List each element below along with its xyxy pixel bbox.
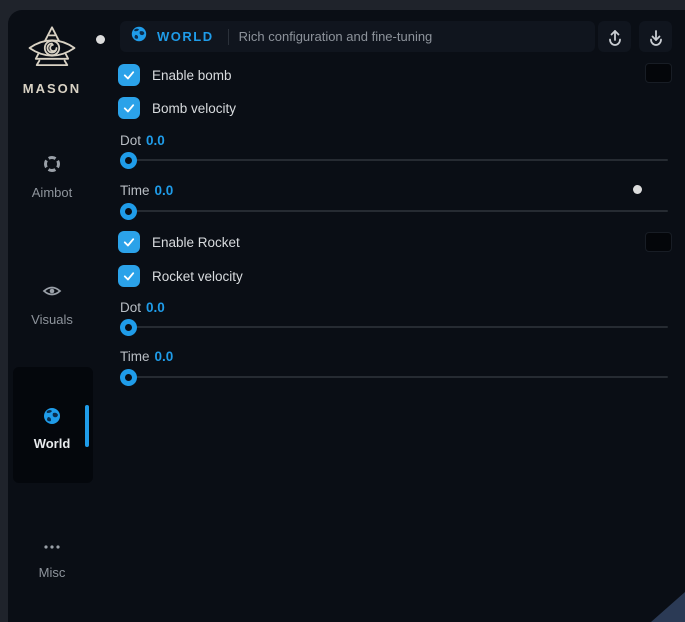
slider-rocket-dot[interactable] [120, 319, 668, 336]
toggle-row-enable-rocket: Enable Rocket [118, 231, 240, 253]
sidebar-item-misc[interactable]: Misc [8, 534, 96, 580]
sidebar: MASON Aimbot Visuals [8, 10, 112, 622]
checkbox-rocket-velocity[interactable] [118, 265, 140, 287]
page-subtitle: Rich configuration and fine-tuning [239, 29, 433, 44]
slider-thumb[interactable] [120, 319, 137, 336]
slider-track[interactable] [120, 159, 668, 161]
toggle-label: Rocket velocity [152, 269, 243, 284]
eye-icon [42, 281, 62, 301]
slider-name: Time [120, 349, 150, 364]
checkbox-enable-bomb[interactable] [118, 64, 140, 86]
sidebar-item-label: Misc [8, 565, 96, 580]
checkbox-enable-rocket[interactable] [118, 231, 140, 253]
slider-name: Time [120, 183, 150, 198]
ellipsis-icon [41, 534, 63, 554]
crosshair-icon [42, 154, 62, 174]
checkbox-bomb-velocity[interactable] [118, 97, 140, 119]
slider-label-rocket-dot: Dot 0.0 [120, 300, 165, 315]
check-icon [122, 235, 136, 249]
decoration-dot [96, 35, 105, 44]
slider-label-bomb-time: Time 0.0 [120, 183, 173, 198]
slider-label-rocket-time: Time 0.0 [120, 349, 173, 364]
upload-icon [606, 28, 624, 46]
toggle-row-bomb-velocity: Bomb velocity [118, 97, 236, 119]
page-header: WORLD Rich configuration and fine-tuning [120, 21, 595, 52]
page-title: WORLD [157, 29, 214, 44]
active-tab-indicator [85, 405, 89, 447]
sidebar-item-label: Aimbot [8, 185, 96, 200]
slider-value: 0.0 [155, 183, 174, 198]
slider-value: 0.0 [155, 349, 174, 364]
mason-menu-window: MASON Aimbot Visuals [8, 10, 685, 622]
app-logo-text: MASON [8, 81, 96, 96]
sidebar-item-label: World [8, 436, 96, 451]
check-icon [122, 101, 136, 115]
app-logo: MASON [8, 24, 96, 96]
slider-track[interactable] [120, 376, 668, 378]
slider-track[interactable] [120, 326, 668, 328]
slider-value: 0.0 [146, 133, 165, 148]
sidebar-item-world[interactable]: World [8, 406, 96, 451]
slider-name: Dot [120, 133, 141, 148]
slider-thumb[interactable] [120, 203, 137, 220]
toggle-row-rocket-velocity: Rocket velocity [118, 265, 243, 287]
sidebar-item-aimbot[interactable]: Aimbot [8, 154, 96, 200]
toggle-label: Bomb velocity [152, 101, 236, 116]
sidebar-item-visuals[interactable]: Visuals [8, 281, 96, 327]
check-icon [122, 68, 136, 82]
slider-thumb[interactable] [120, 152, 137, 169]
slider-name: Dot [120, 300, 141, 315]
background-corner [651, 592, 685, 622]
globe-icon [130, 25, 148, 48]
download-icon [647, 28, 665, 46]
slider-rocket-time[interactable] [120, 369, 668, 386]
slider-thumb[interactable] [120, 369, 137, 386]
toggle-label: Enable bomb [152, 68, 232, 83]
slider-label-bomb-dot: Dot 0.0 [120, 133, 165, 148]
slider-bomb-time[interactable] [120, 203, 668, 220]
slider-track[interactable] [120, 210, 668, 212]
check-icon [122, 269, 136, 283]
eye-pyramid-logo-icon [25, 24, 79, 72]
sidebar-item-label: Visuals [8, 312, 96, 327]
slider-bomb-dot[interactable] [120, 152, 668, 169]
toggle-label: Enable Rocket [152, 235, 240, 250]
slider-value: 0.0 [146, 300, 165, 315]
header-divider [228, 29, 229, 45]
toggle-row-enable-bomb: Enable bomb [118, 64, 232, 86]
import-config-button[interactable] [639, 21, 672, 52]
rocket-color-swatch[interactable] [645, 232, 672, 252]
globe-icon [42, 413, 62, 430]
bomb-color-swatch[interactable] [645, 63, 672, 83]
decoration-dot [633, 185, 642, 194]
export-config-button[interactable] [598, 21, 631, 52]
